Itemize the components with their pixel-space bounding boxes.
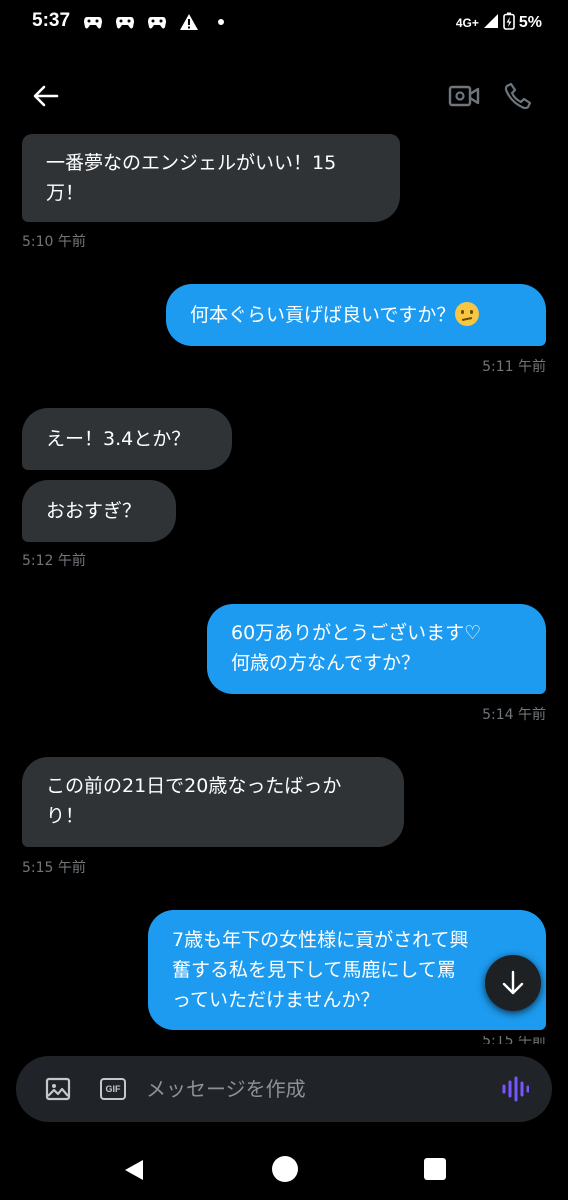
message-text: えー！3.4とか？ xyxy=(46,428,191,450)
message-input[interactable] xyxy=(146,1075,486,1103)
message-text: 何本ぐらい貢げば良いですか？ xyxy=(190,304,456,326)
status-time: 5:37 xyxy=(32,10,71,31)
message-text: 60万ありがとうございます♡ xyxy=(231,622,482,644)
thinking-face-icon xyxy=(455,302,480,326)
message-timestamp: 5:10 午前 xyxy=(22,234,86,250)
message-outgoing[interactable]: 7歳も年下の女性様に貢がされて興 奮する私を見下して馬鹿にして罵 っていただけま… xyxy=(148,910,546,1030)
message-timestamp: 5:14 午前 xyxy=(482,707,546,723)
message-text: 一番夢なのエンジェルがいい！15 xyxy=(46,152,337,174)
signal-icon xyxy=(483,13,499,33)
battery-icon xyxy=(503,12,515,34)
nav-recents-button[interactable] xyxy=(424,1158,446,1180)
message-text: 奮する私を見下して馬鹿にして罵 xyxy=(172,959,456,981)
video-call-button[interactable] xyxy=(446,78,482,114)
scroll-to-bottom-button[interactable] xyxy=(485,955,541,1011)
status-right: 4G+ 5% xyxy=(456,12,542,34)
message-timestamp-partial: 5:15 午前 xyxy=(482,1036,546,1044)
voice-waveform-icon xyxy=(502,1076,529,1102)
dot-icon xyxy=(210,12,232,32)
message-text: 万！ xyxy=(46,182,85,204)
message-text: り！ xyxy=(46,805,85,827)
game-controller-icon xyxy=(114,12,136,32)
status-notification-icons xyxy=(82,12,232,32)
message-text: っていただけませんか？ xyxy=(172,989,380,1011)
back-arrow-icon xyxy=(33,85,59,107)
phone-call-button[interactable] xyxy=(500,78,536,114)
status-bar: 5:37 4G+ 5% xyxy=(0,0,568,48)
back-button[interactable] xyxy=(28,78,64,114)
conversation-header xyxy=(0,60,568,132)
image-button[interactable] xyxy=(44,1076,72,1102)
triangle-back-icon xyxy=(125,1160,143,1180)
voice-message-button[interactable] xyxy=(500,1074,530,1104)
message-text: おおすぎ？ xyxy=(46,500,142,522)
warning-icon xyxy=(178,12,200,32)
message-composer: GIF xyxy=(16,1056,552,1122)
nav-back-button[interactable] xyxy=(120,1156,148,1184)
game-controller-icon xyxy=(82,12,104,32)
message-text: 7歳も年下の女性様に貢がされて興 xyxy=(172,929,469,951)
message-incoming[interactable]: 一番夢なのエンジェルがいい！15 万！ xyxy=(22,134,400,222)
system-navigation-bar xyxy=(0,1140,568,1200)
arrow-down-icon xyxy=(502,970,524,995)
message-incoming[interactable]: おおすぎ？ xyxy=(22,480,176,542)
message-outgoing[interactable]: 60万ありがとうございます♡ 何歳の方なんですか？ xyxy=(207,604,546,694)
message-outgoing[interactable]: 何本ぐらい貢げば良いですか？ xyxy=(166,284,546,346)
video-call-icon xyxy=(448,85,480,107)
message-text: この前の21日で20歳なったばっか xyxy=(46,775,342,797)
battery-percent: 5% xyxy=(518,14,542,31)
nav-home-button[interactable] xyxy=(272,1156,298,1182)
message-timestamp: 5:12 午前 xyxy=(22,553,86,569)
phone-call-icon xyxy=(504,82,532,110)
message-timestamp: 5:15 午前 xyxy=(22,860,86,876)
image-icon xyxy=(45,1077,71,1101)
game-controller-icon xyxy=(146,12,168,32)
message-incoming[interactable]: えー！3.4とか？ xyxy=(22,408,232,470)
message-incoming[interactable]: この前の21日で20歳なったばっか り！ xyxy=(22,757,404,847)
network-type: 4G+ xyxy=(455,16,479,30)
gif-button[interactable]: GIF xyxy=(100,1078,126,1100)
message-timestamp: 5:11 午前 xyxy=(482,359,546,375)
message-text: 何歳の方なんですか？ xyxy=(231,652,421,674)
